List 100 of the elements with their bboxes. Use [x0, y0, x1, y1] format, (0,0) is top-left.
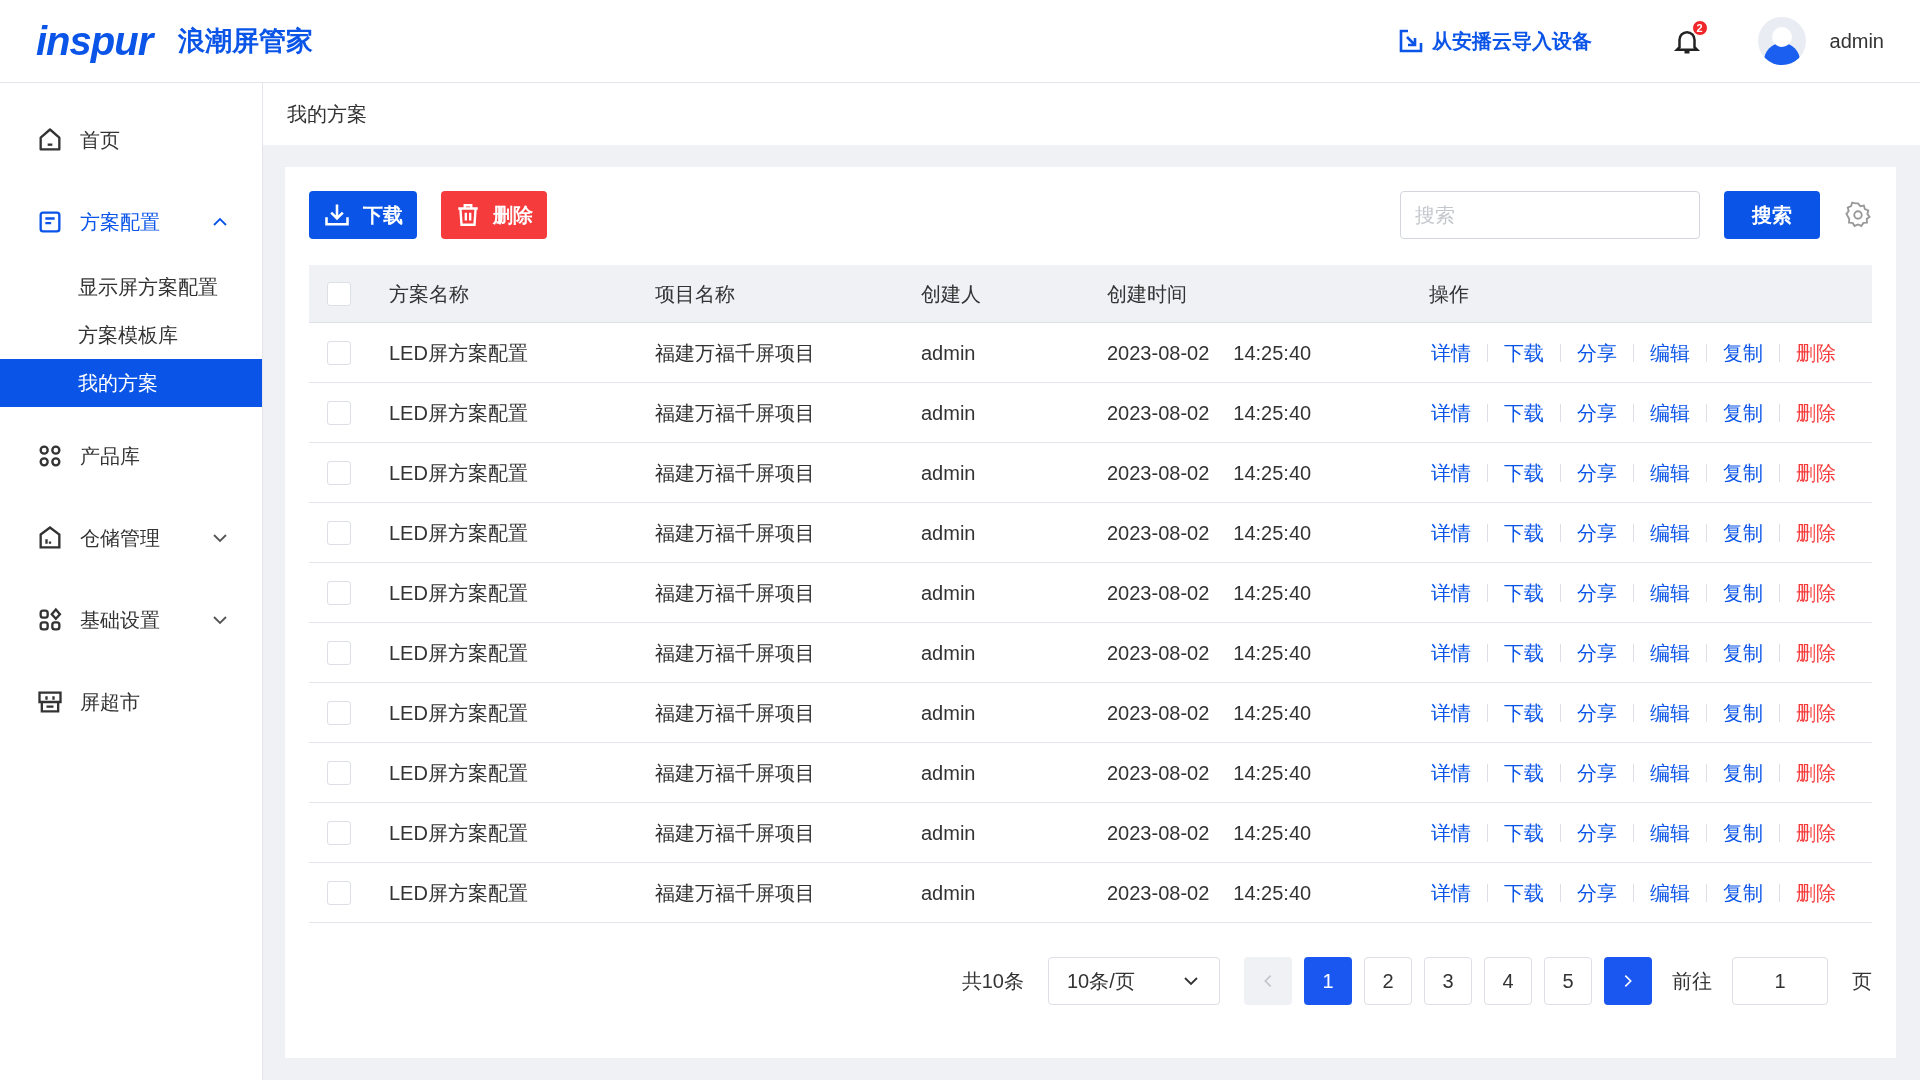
row-action-link[interactable]: 编辑 — [1648, 397, 1692, 428]
row-action-link[interactable]: 下载 — [1502, 817, 1546, 848]
row-action-link[interactable]: 复制 — [1721, 697, 1765, 728]
row-action-link[interactable]: 编辑 — [1648, 577, 1692, 608]
sidebar-item[interactable]: 仓储管理 — [0, 497, 262, 579]
sidebar-item[interactable]: 首页 — [0, 99, 262, 181]
row-action-link[interactable]: 详情 — [1429, 877, 1473, 908]
submenu-item[interactable]: 方案模板库 — [0, 311, 262, 359]
time-cell-text: 14:25:40 — [1233, 820, 1312, 846]
page-button[interactable]: 5 — [1544, 957, 1592, 1005]
sidebar-item[interactable]: 基础设置 — [0, 579, 262, 661]
row-action-link[interactable]: 下载 — [1502, 457, 1546, 488]
row-action-link[interactable]: 下载 — [1502, 697, 1546, 728]
row-action-link[interactable]: 复制 — [1721, 877, 1765, 908]
row-action-link[interactable]: 删除 — [1794, 697, 1838, 728]
sidebar-item[interactable]: 屏超市 — [0, 661, 262, 743]
table-cell: LED屏方案配置 — [389, 821, 528, 844]
settings-icon[interactable] — [1844, 201, 1872, 229]
row-checkbox[interactable] — [327, 700, 351, 725]
row-action-link[interactable]: 分享 — [1575, 397, 1619, 428]
submenu-item[interactable]: 显示屏方案配置 — [0, 263, 262, 311]
row-action-link[interactable]: 编辑 — [1648, 457, 1692, 488]
row-action-link[interactable]: 下载 — [1502, 577, 1546, 608]
row-action-link[interactable]: 分享 — [1575, 757, 1619, 788]
row-action-link[interactable]: 分享 — [1575, 337, 1619, 368]
row-action-link[interactable]: 编辑 — [1648, 337, 1692, 368]
row-action-link[interactable]: 编辑 — [1648, 517, 1692, 548]
row-action-link[interactable]: 下载 — [1502, 757, 1546, 788]
row-checkbox[interactable] — [327, 880, 351, 905]
search-button[interactable]: 搜索 — [1724, 191, 1820, 239]
row-checkbox[interactable] — [327, 400, 351, 425]
row-action-link[interactable]: 分享 — [1575, 637, 1619, 668]
table-cell: LED屏方案配置 — [389, 581, 528, 604]
row-checkbox[interactable] — [327, 460, 351, 485]
row-action-link[interactable]: 复制 — [1721, 757, 1765, 788]
import-devices-link[interactable]: 从安播云导入设备 — [1397, 26, 1592, 56]
row-action-link[interactable]: 分享 — [1575, 877, 1619, 908]
row-checkbox[interactable] — [327, 760, 351, 785]
row-action-link[interactable]: 下载 — [1502, 637, 1546, 668]
row-action-link[interactable]: 详情 — [1429, 697, 1473, 728]
row-action-link[interactable]: 删除 — [1794, 457, 1838, 488]
row-action-link[interactable]: 删除 — [1794, 877, 1838, 908]
page-button[interactable]: 1 — [1304, 957, 1352, 1005]
row-action-link[interactable]: 编辑 — [1648, 637, 1692, 668]
row-action-link[interactable]: 复制 — [1721, 637, 1765, 668]
next-page-button[interactable] — [1604, 957, 1652, 1005]
page-button[interactable]: 4 — [1484, 957, 1532, 1005]
row-checkbox[interactable] — [327, 580, 351, 605]
delete-button[interactable]: 删除 — [441, 191, 547, 239]
row-checkbox[interactable] — [327, 640, 351, 665]
row-action-link[interactable]: 删除 — [1794, 757, 1838, 788]
row-action-link[interactable]: 复制 — [1721, 337, 1765, 368]
row-action-link[interactable]: 详情 — [1429, 817, 1473, 848]
select-all-checkbox[interactable] — [327, 281, 351, 306]
row-action-link[interactable]: 下载 — [1502, 877, 1546, 908]
row-action-link[interactable]: 复制 — [1721, 817, 1765, 848]
row-action-link[interactable]: 复制 — [1721, 517, 1765, 548]
row-action-link[interactable]: 分享 — [1575, 817, 1619, 848]
row-action-link[interactable]: 删除 — [1794, 397, 1838, 428]
row-action-link[interactable]: 分享 — [1575, 697, 1619, 728]
row-action-link[interactable]: 详情 — [1429, 397, 1473, 428]
row-action-link[interactable]: 删除 — [1794, 637, 1838, 668]
row-action-link[interactable]: 详情 — [1429, 757, 1473, 788]
row-action-link[interactable]: 删除 — [1794, 517, 1838, 548]
column-header: 操作 — [1429, 282, 1469, 305]
submenu-item[interactable]: 我的方案 — [0, 359, 262, 407]
row-action-link[interactable]: 分享 — [1575, 457, 1619, 488]
page-input[interactable]: 1 — [1732, 957, 1828, 1005]
row-action-link[interactable]: 详情 — [1429, 517, 1473, 548]
sidebar-item[interactable]: 产品库 — [0, 415, 262, 497]
row-action-link[interactable]: 编辑 — [1648, 697, 1692, 728]
row-action-link[interactable]: 分享 — [1575, 577, 1619, 608]
page-button[interactable]: 3 — [1424, 957, 1472, 1005]
row-action-link[interactable]: 下载 — [1502, 517, 1546, 548]
row-action-link[interactable]: 下载 — [1502, 397, 1546, 428]
row-action-link[interactable]: 复制 — [1721, 457, 1765, 488]
row-action-link[interactable]: 详情 — [1429, 637, 1473, 668]
download-button[interactable]: 下载 — [309, 191, 417, 239]
row-action-link[interactable]: 编辑 — [1648, 757, 1692, 788]
row-action-link[interactable]: 删除 — [1794, 577, 1838, 608]
row-action-link[interactable]: 编辑 — [1648, 817, 1692, 848]
search-field[interactable]: 搜索 — [1400, 191, 1700, 239]
row-checkbox[interactable] — [327, 340, 351, 365]
row-action-link[interactable]: 详情 — [1429, 337, 1473, 368]
row-action-link[interactable]: 复制 — [1721, 577, 1765, 608]
row-checkbox[interactable] — [327, 520, 351, 545]
row-action-link[interactable]: 编辑 — [1648, 877, 1692, 908]
user-avatar[interactable] — [1757, 17, 1806, 65]
row-action-link[interactable]: 详情 — [1429, 457, 1473, 488]
row-action-link[interactable]: 删除 — [1794, 817, 1838, 848]
row-action-link[interactable]: 下载 — [1502, 337, 1546, 368]
user-name[interactable]: admin — [1829, 26, 1884, 56]
page-size-dropdown[interactable]: 10条/页 — [1048, 957, 1220, 1005]
row-checkbox[interactable] — [327, 820, 351, 845]
row-action-link[interactable]: 复制 — [1721, 397, 1765, 428]
row-action-link[interactable]: 分享 — [1575, 517, 1619, 548]
row-action-link[interactable]: 删除 — [1794, 337, 1838, 368]
page-button[interactable]: 2 — [1364, 957, 1412, 1005]
sidebar-item[interactable]: 方案配置 — [0, 181, 262, 263]
row-action-link[interactable]: 详情 — [1429, 577, 1473, 608]
